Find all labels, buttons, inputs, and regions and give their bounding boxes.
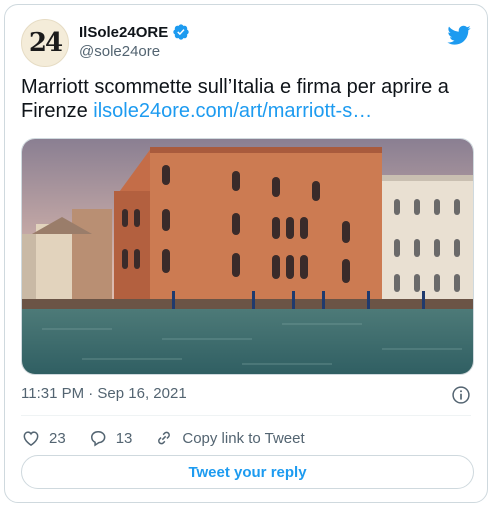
tweet-timestamp[interactable]: 11:31 PM · Sep 16, 2021	[21, 385, 187, 402]
like-button[interactable]: 23	[21, 428, 66, 448]
avatar[interactable]: 24	[21, 19, 69, 67]
author-names: IlSole24ORE @sole24ore	[79, 23, 190, 60]
tweet-media-photo[interactable]	[21, 138, 474, 375]
verified-badge-icon	[173, 24, 189, 40]
twitter-bird-icon[interactable]	[447, 23, 471, 47]
info-icon[interactable]	[451, 385, 471, 405]
tweet-your-reply-button[interactable]: Tweet your reply	[21, 455, 474, 489]
tweet-card: 24 IlSole24ORE @sole24ore Marriott scomm…	[4, 4, 488, 503]
tweet-text: Marriott scommette sull’Italia e firma p…	[21, 75, 471, 123]
author-handle[interactable]: @sole24ore	[79, 43, 190, 60]
reply-button[interactable]: 13	[88, 428, 133, 448]
tweet-link[interactable]: ilsole24ore.com/art/marriott-s…	[93, 100, 372, 122]
avatar-logo-text: 24	[28, 28, 63, 58]
display-name[interactable]: IlSole24ORE	[79, 24, 168, 41]
like-count: 23	[49, 429, 66, 447]
divider	[21, 415, 471, 416]
photo-venice-palazzo-icon	[22, 139, 473, 374]
link-icon	[158, 431, 171, 445]
timestamp-row: 11:31 PM · Sep 16, 2021	[21, 385, 471, 405]
display-name-row: IlSole24ORE	[79, 23, 190, 41]
speech-bubble-icon	[90, 431, 106, 447]
copy-link-button[interactable]: Copy link to Tweet	[154, 428, 305, 448]
tweet-actions: 23 13 Copy link to Tweet	[21, 425, 327, 451]
reply-count: 13	[115, 429, 133, 447]
copy-link-label: Copy link to Tweet	[182, 429, 305, 447]
heart-icon	[23, 431, 39, 446]
tweet-header: 24 IlSole24ORE @sole24ore	[21, 19, 471, 69]
